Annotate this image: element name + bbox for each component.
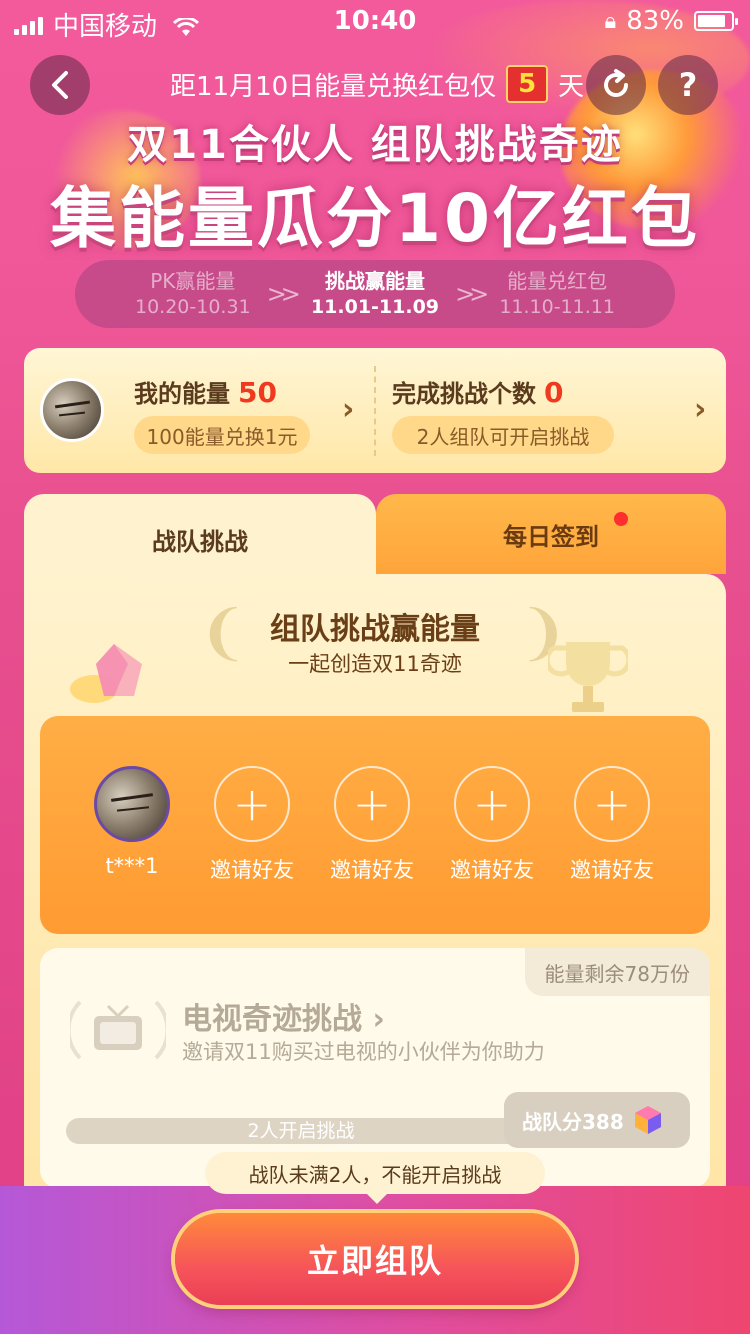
phase-label: 能量兑红包 [507, 269, 608, 293]
back-button[interactable] [30, 55, 90, 115]
team-members: t***1 + 邀请好友 + 邀请好友 + 邀请好友 + 邀请好友 [40, 716, 710, 934]
energy-card: 我的能量 50 100能量兑换1元 › 完成挑战个数 0 2人组队可开启挑战 › [24, 348, 726, 473]
phase-date: 11.10-11.11 [499, 296, 615, 318]
campaign-title: 双11合伙人 组队挑战奇迹 [127, 122, 623, 168]
refresh-icon [604, 69, 629, 98]
chevron-right-icon[interactable]: › [694, 392, 706, 427]
status-bar: 中国移动 10:40 🔒︎ 83% [0, 0, 750, 42]
team-not-full-tooltip: 战队未满2人，不能开启挑战 [205, 1152, 545, 1204]
invite-label: 邀请好友 [330, 858, 414, 882]
form-team-button[interactable]: 立即组队 [175, 1213, 575, 1305]
challenge-title[interactable]: 电视奇迹挑战 › [182, 994, 385, 1038]
phase-date: 11.01-11.09 [310, 296, 440, 318]
countdown-suffix: 天 [558, 71, 585, 102]
team-score-label: 战队分388 [522, 1109, 624, 1134]
tab-bar: 战队挑战 每日签到 [24, 494, 726, 584]
phase-bar: PK赢能量 10.20-10.31 >> 挑战赢能量 11.01-11.09 >… [75, 260, 675, 328]
invite-label: 邀请好友 [210, 858, 294, 882]
phase-challenge: 挑战赢能量 11.01-11.09 [311, 268, 439, 320]
chevron-right-icon[interactable]: › [342, 392, 354, 427]
campaign-headline: 集能量瓜分10亿红包 [50, 180, 700, 257]
plus-icon: + [334, 766, 410, 842]
double-chevron-icon: >> [455, 280, 489, 308]
battery-icon [694, 11, 738, 31]
progress-label: 2人开启挑战 [247, 1120, 355, 1142]
invite-label: 邀请好友 [450, 858, 534, 882]
countdown: 距11月10日能量兑换红包仅 5 天 [170, 64, 584, 104]
divider [374, 366, 376, 456]
plus-icon: + [574, 766, 650, 842]
phase-label: PK赢能量 [150, 269, 236, 293]
tab-daily-checkin[interactable]: 每日签到 [376, 494, 726, 574]
my-energy-label: 我的能量 [134, 380, 230, 408]
notification-dot [614, 512, 628, 526]
my-energy[interactable]: 我的能量 50 [134, 374, 277, 409]
challenge-description: 邀请双11购买过电视的小伙伴为你助力 [182, 1040, 545, 1064]
panel-subtitle: 一起创造双11奇迹 [288, 652, 462, 676]
challenges-label: 完成挑战个数 [392, 380, 536, 408]
cube-icon [634, 1106, 661, 1134]
plus-icon: + [454, 766, 530, 842]
battery-percent: 83% [626, 6, 684, 36]
avatar[interactable] [40, 378, 104, 442]
member-avatar [94, 766, 170, 842]
team-challenge-panel: ❨ ❩ 组队挑战赢能量 一起创造双11奇迹 t***1 + 邀请好友 + 邀请好… [24, 574, 726, 1214]
completed-challenges[interactable]: 完成挑战个数 0 [392, 374, 563, 409]
energy-remaining-badge: 能量剩余78万份 [524, 948, 710, 996]
invite-friend-slot[interactable]: + 邀请好友 [312, 766, 432, 884]
phase-redeem: 能量兑红包 11.10-11.11 [499, 268, 615, 320]
refresh-button[interactable] [586, 55, 646, 115]
chevron-left-icon [52, 71, 68, 99]
status-right: 🔒︎ 83% [604, 6, 738, 36]
rotation-lock-icon: 🔒︎ [604, 8, 617, 34]
member-name: t***1 [105, 854, 159, 878]
challenge-progress: 2人开启挑战 [66, 1118, 536, 1144]
help-icon: ? [678, 66, 698, 104]
exchange-note: 100能量兑换1元 [134, 416, 310, 454]
help-button[interactable]: ? [658, 55, 718, 115]
challenges-value: 0 [544, 376, 564, 409]
team-score: 战队分388 [504, 1092, 690, 1148]
tab-team-challenge[interactable]: 战队挑战 [24, 494, 376, 584]
my-energy-value: 50 [238, 376, 277, 409]
invite-friend-slot[interactable]: + 邀请好友 [552, 766, 672, 884]
team-member[interactable]: t***1 [72, 766, 192, 878]
invite-label: 邀请好友 [570, 858, 654, 882]
challenges-note: 2人组队可开启挑战 [392, 416, 614, 454]
invite-friend-slot[interactable]: + 邀请好友 [192, 766, 312, 884]
double-chevron-icon: >> [266, 280, 301, 308]
phase-pk: PK赢能量 10.20-10.31 [135, 268, 251, 320]
panel-title: 组队挑战赢能量 [270, 612, 480, 647]
countdown-days: 5 [506, 65, 549, 103]
tv-icon [70, 1000, 166, 1060]
phase-label: 挑战赢能量 [324, 269, 425, 293]
invite-friend-slot[interactable]: + 邀请好友 [432, 766, 552, 884]
plus-icon: + [214, 766, 290, 842]
phase-date: 10.20-10.31 [135, 296, 251, 318]
countdown-prefix: 距11月10日能量兑换红包仅 [170, 71, 497, 102]
